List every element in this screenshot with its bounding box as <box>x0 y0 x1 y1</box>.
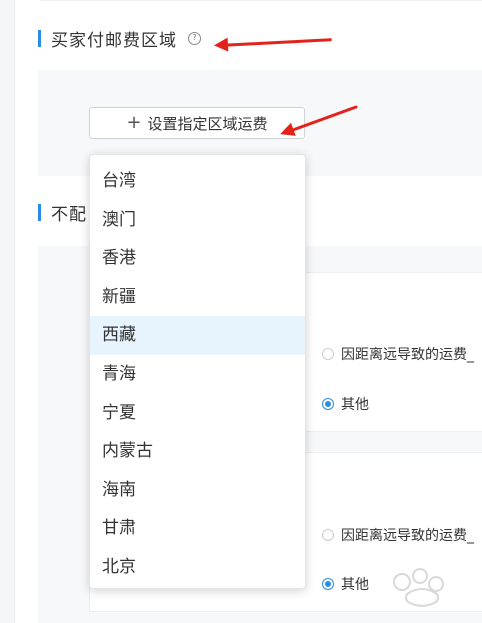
region-dropdown-menu: 台湾 澳门 香港 新疆 西藏 青海 宁夏 内蒙古 海南 甘肃 北京 <box>89 154 306 589</box>
reason-option-label: 因距离远导致的运费_ <box>341 347 474 363</box>
watermark-logo-icon <box>393 568 444 608</box>
radio-button[interactable] <box>322 348 334 360</box>
section-title-buyer-postage: 买家付邮费区域 ? <box>38 28 201 51</box>
question-circle-icon[interactable]: ? <box>188 31 201 45</box>
dropdown-item-hainan[interactable]: 海南 <box>90 471 305 510</box>
section-title-accent-bar <box>38 29 41 47</box>
dropdown-item-macau[interactable]: 澳门 <box>90 201 305 240</box>
dropdown-item-xinjiang[interactable]: 新疆 <box>90 278 305 317</box>
dropdown-item-hongkong[interactable]: 香港 <box>90 239 305 278</box>
dropdown-item-qinghai[interactable]: 青海 <box>90 355 305 394</box>
section-title-text: 不配 <box>51 204 87 225</box>
radio-button-checked[interactable] <box>322 398 334 410</box>
dropdown-item-gansu[interactable]: 甘肃 <box>90 509 305 548</box>
dropdown-item-tibet[interactable]: 西藏 <box>90 316 305 355</box>
annotation-arrow-icon <box>219 38 332 47</box>
radio-button[interactable] <box>322 529 334 541</box>
reason-option-distance[interactable]: 因距离远导致的运费_ <box>322 344 474 364</box>
set-region-shipping-button[interactable]: + 设置指定区域运费 <box>89 107 305 139</box>
reason-option-other[interactable]: 其他 <box>322 394 369 414</box>
reason-option-label: 因距离远导致的运费_ <box>341 528 474 544</box>
dropdown-item-inner-mongolia[interactable]: 内蒙古 <box>90 432 305 471</box>
section-title-text: 买家付邮费区域 <box>51 30 177 51</box>
radio-button-checked[interactable] <box>322 578 334 590</box>
dropdown-item-ningxia[interactable]: 宁夏 <box>90 394 305 433</box>
left-rail <box>0 0 15 623</box>
top-divider <box>40 0 482 1</box>
dropdown-item-taiwan[interactable]: 台湾 <box>90 162 305 201</box>
dropdown-item-beijing[interactable]: 北京 <box>90 548 305 587</box>
reason-option-label: 其他 <box>341 397 369 413</box>
reason-option-distance[interactable]: 因距离远导致的运费_ <box>322 525 474 545</box>
section-title-no-delivery: 不配 <box>38 202 87 225</box>
set-region-shipping-label: 设置指定区域运费 <box>147 114 268 133</box>
plus-icon: + <box>126 112 142 133</box>
section-title-accent-bar <box>38 203 41 221</box>
